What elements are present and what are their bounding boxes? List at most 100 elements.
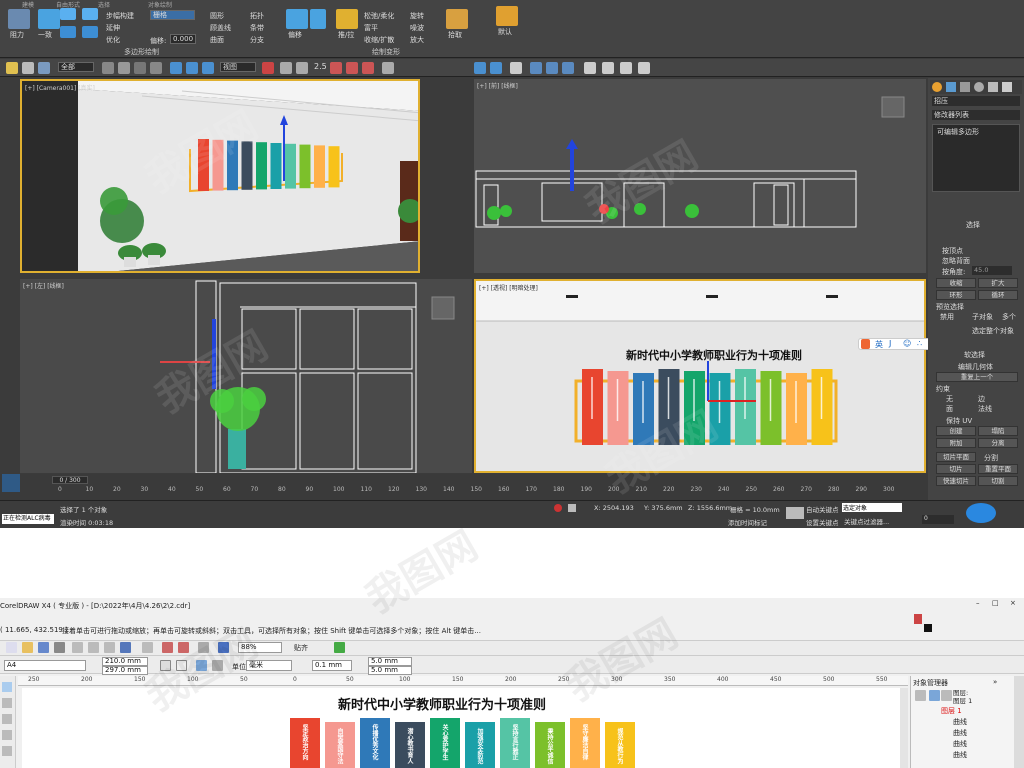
curve-item-4[interactable]: 曲线 <box>953 750 967 760</box>
pivot-icon[interactable] <box>262 62 274 74</box>
coord-z[interactable]: Z: 1556.6mm <box>688 504 732 512</box>
add-time-tag[interactable]: 添加时间标记 <box>728 517 767 527</box>
page-view-icon[interactable] <box>915 690 926 701</box>
minimize-button[interactable]: – <box>976 599 980 607</box>
banner-5[interactable]: 关心爱护学生 <box>430 718 460 768</box>
set-key-button[interactable]: 设置关键点 <box>806 517 839 527</box>
preview-subobj-radio[interactable]: 子对象 <box>972 312 993 322</box>
teapot-icon[interactable] <box>638 62 650 74</box>
banner-2[interactable]: 自觉爱国守法 <box>325 722 355 768</box>
keyboard-icon[interactable] <box>296 62 308 74</box>
quick-slice-button[interactable]: 快速切片 <box>936 476 976 486</box>
print-icon[interactable] <box>54 642 65 653</box>
rect-select-icon[interactable] <box>134 62 146 74</box>
banner-7[interactable]: 坚持言行雅正 <box>500 718 530 768</box>
banner-3[interactable]: 传播优秀文化 <box>360 718 390 768</box>
link-icon[interactable] <box>6 62 18 74</box>
modifier-list-select[interactable]: 修改器列表 <box>932 110 1020 120</box>
slice-plane-button[interactable]: 切片平面 <box>936 452 976 462</box>
unlink-icon[interactable] <box>22 62 34 74</box>
pen-icon[interactable] <box>914 614 922 624</box>
selected-object-select[interactable]: 选定对象 <box>842 503 902 512</box>
current-page-icon[interactable] <box>212 660 223 671</box>
push-pull-icon[interactable] <box>336 9 358 29</box>
banner-1[interactable]: 坚定政治方向 <box>290 718 320 768</box>
dup-y-field[interactable]: 5.0 mm <box>368 666 412 675</box>
all-pages-icon[interactable] <box>196 660 207 671</box>
fill-swatch-icon[interactable] <box>924 624 932 632</box>
ignore-back-check[interactable]: 忽略背面 <box>942 256 970 266</box>
diamond-icon-2[interactable] <box>60 26 76 38</box>
step-build-button[interactable]: 步幅构建 <box>106 11 134 21</box>
curve-item-2[interactable]: 曲线 <box>953 728 967 738</box>
options-icon[interactable] <box>334 642 345 653</box>
ring-button[interactable]: 环形 <box>936 290 976 300</box>
select-name-icon[interactable] <box>118 62 130 74</box>
rotate-deform-icon[interactable] <box>310 9 326 29</box>
filter-select[interactable]: 全部 <box>58 62 94 72</box>
snap-label[interactable]: 2.5 <box>314 62 327 71</box>
align-icon[interactable] <box>490 62 502 74</box>
lock-icon[interactable] <box>568 504 576 512</box>
rotate-icon[interactable] <box>186 62 198 74</box>
landscape-icon[interactable] <box>176 660 187 671</box>
ribbon-tab-3[interactable]: 选择 <box>98 0 110 9</box>
viewport-perspective[interactable]: [+] [透视] [明暗处理] 新时代中小学教师职业行为十项准则 <box>474 279 926 473</box>
mirror-icon[interactable] <box>474 62 486 74</box>
banner-10[interactable]: 规范从教行为 <box>605 722 635 768</box>
current-frame-field[interactable]: 0 <box>922 515 954 524</box>
detach-button[interactable]: 分离 <box>978 438 1018 448</box>
create-tab-icon[interactable] <box>932 82 942 92</box>
save-icon[interactable] <box>38 642 49 653</box>
welcome-icon[interactable] <box>218 642 229 653</box>
shape-tool-icon[interactable] <box>2 698 12 708</box>
timeline-ruler[interactable]: 0 10 20 30 40 50 60 70 80 90 100 110 120 130 140 150 160… <box>58 486 908 498</box>
select-icon[interactable] <box>102 62 114 74</box>
surface-button[interactable]: 曲面 <box>210 35 224 45</box>
offset-field[interactable]: 0.000 <box>170 34 196 44</box>
layer-1-item[interactable]: 图层 1 <box>941 706 962 716</box>
frame-slider[interactable]: 0 / 300 <box>52 476 88 484</box>
banner-6[interactable]: 加强安全防范 <box>465 722 495 768</box>
ime-punct-icon[interactable]: ∴ <box>917 339 922 348</box>
ime-emoji-icon[interactable]: ☺ <box>903 339 911 348</box>
view-select[interactable]: 视图 <box>220 62 256 72</box>
constraint-face-radio[interactable]: 面 <box>946 404 953 414</box>
line-seg-button[interactable]: 顾盖线 <box>210 23 231 33</box>
selection-rollout[interactable]: 选择 <box>966 220 980 230</box>
nudge-field[interactable]: 0.1 mm <box>312 660 352 671</box>
pick-tool-icon[interactable] <box>2 682 12 692</box>
crop-tool-icon[interactable] <box>2 714 12 724</box>
pickup-icon[interactable] <box>446 9 468 29</box>
dup-x-field[interactable]: 5.0 mm <box>368 657 412 666</box>
diamond-icon-1[interactable] <box>60 8 76 20</box>
keep-uv-check[interactable]: 保持 UV <box>946 416 972 426</box>
window-cross-icon[interactable] <box>150 62 162 74</box>
offset-deform-icon[interactable] <box>286 9 308 29</box>
ribbon-tab-4[interactable]: 对象绘制 <box>148 0 172 9</box>
portrait-icon[interactable] <box>160 660 171 671</box>
grid-select[interactable]: 栅格 <box>150 10 195 20</box>
key-filter-button[interactable]: 关键点过滤器... <box>844 516 889 526</box>
schematic-icon[interactable] <box>546 62 558 74</box>
layer-icon[interactable] <box>510 62 522 74</box>
branch-button[interactable]: 分支 <box>250 35 264 45</box>
cut-button[interactable]: 切割 <box>978 476 1018 486</box>
grow-button[interactable]: 扩大 <box>978 278 1018 288</box>
curve-editor-icon[interactable] <box>530 62 542 74</box>
constraint-edge-radio[interactable]: 边 <box>978 394 985 404</box>
named-sel-icon[interactable] <box>382 62 394 74</box>
strip-button[interactable]: 条带 <box>250 23 264 33</box>
banner-9[interactable]: 坚守廉洁自律 <box>570 718 600 768</box>
stack-item[interactable]: 可编辑多边形 <box>937 127 979 137</box>
redo-icon[interactable] <box>142 642 153 653</box>
slice-button[interactable]: 切片 <box>936 464 976 474</box>
render-frame-icon[interactable] <box>602 62 614 74</box>
split-check[interactable]: 分割 <box>984 453 998 463</box>
by-angle-check[interactable]: 按角度: <box>942 267 965 277</box>
hierarchy-tab-icon[interactable] <box>960 82 970 92</box>
preview-multi-radio[interactable]: 多个 <box>1002 312 1016 322</box>
page-width-field[interactable]: 210.0 mm <box>102 657 148 666</box>
cut-icon[interactable] <box>72 642 83 653</box>
curve-item-1[interactable]: 曲线 <box>953 717 967 727</box>
